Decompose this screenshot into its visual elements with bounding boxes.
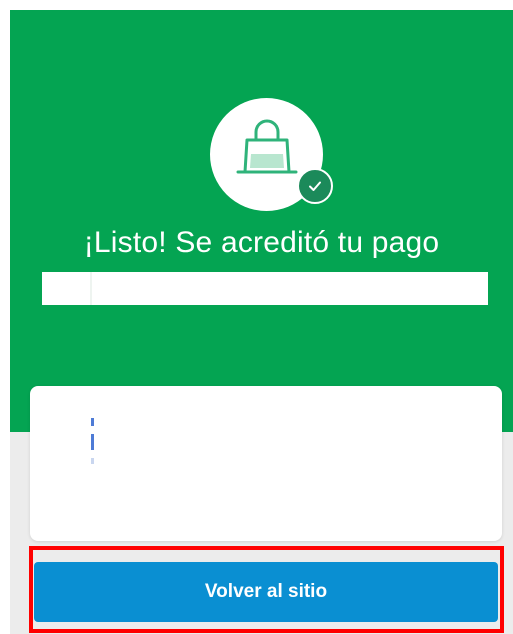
check-icon [309, 181, 321, 191]
redacted-detail-mark [91, 418, 94, 426]
redacted-detail-mark [91, 458, 94, 464]
success-title: ¡Listo! Se acreditó tu pago [83, 226, 440, 259]
success-hero [10, 10, 513, 432]
return-to-site-button[interactable]: Volver al sitio [34, 562, 498, 622]
shopping-bag-icon [236, 119, 298, 174]
redacted-subtitle [42, 272, 488, 305]
payment-details-card [30, 386, 502, 541]
payment-success-screen: ¡Listo! Se acreditó tu pago Volver al si… [0, 0, 513, 634]
check-badge-icon [297, 168, 333, 204]
redacted-detail-mark [91, 434, 94, 450]
